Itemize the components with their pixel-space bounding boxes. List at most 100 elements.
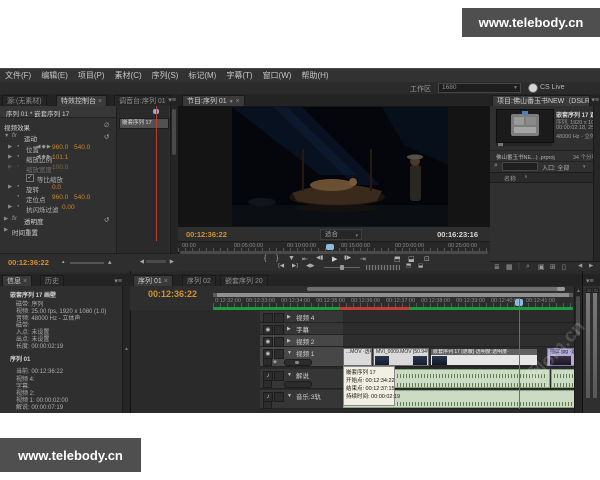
value-field[interactable]: 101.1 [52, 154, 68, 161]
expand-icon[interactable]: ▶ [8, 154, 12, 160]
track-header-video1[interactable]: ◉ ▼ 视频 1 ◆ [260, 347, 343, 367]
clip-nested-seq-17-selected[interactable]: 嵌套序列 17 [遮蔽]·透明度:透明度· [430, 348, 538, 366]
collapse-icon[interactable]: ▶ [4, 227, 8, 233]
zoom-in-icon[interactable]: ▴ [108, 258, 112, 266]
set-display-style[interactable] [263, 380, 272, 388]
ec-vscrollbar[interactable] [170, 106, 178, 253]
stopwatch-icon[interactable]: ◔ [16, 144, 20, 150]
lock-track[interactable] [274, 392, 284, 402]
extract-small-icon[interactable]: ⬓ [418, 263, 423, 269]
stopwatch-icon[interactable]: ◔ [16, 184, 20, 190]
search-input[interactable] [502, 162, 538, 171]
menu-edit[interactable]: 编辑(E) [36, 70, 73, 81]
collapse-icon[interactable]: ▼ [287, 372, 292, 378]
track-lane-titles[interactable] [343, 323, 583, 335]
menu-file[interactable]: 文件(F) [0, 70, 36, 81]
fit-dropdown[interactable]: 适合 ▼ [320, 229, 362, 240]
loop-icon2[interactable]: ▶} [292, 263, 298, 269]
lift-small-icon[interactable]: ⬒ [406, 263, 411, 269]
cs-live-button[interactable]: CS Live [540, 84, 565, 91]
lock-track[interactable] [274, 371, 284, 381]
program-playhead-marker[interactable] [326, 244, 334, 250]
expand-icon[interactable]: ▶ [8, 184, 12, 190]
shuttle-handle[interactable] [340, 265, 344, 270]
project-vscrollbar[interactable] [593, 106, 600, 261]
clip-mvi0009[interactable]: MVI_0009.MOV [50.94%] 不· [373, 348, 429, 366]
next-keyframe-icon[interactable]: ▶ [47, 144, 52, 150]
collapse-icon[interactable]: ▶ [287, 326, 291, 332]
checkbox-checked[interactable]: ✓ [26, 174, 34, 182]
reset-icon[interactable]: ↺ [104, 133, 109, 141]
goto-in-brace-icon[interactable]: { [264, 255, 266, 262]
workspace-dropdown[interactable]: 1680 ▼ [438, 83, 521, 93]
lock-track[interactable] [274, 349, 284, 359]
time-remap-label[interactable]: 时间重置 [12, 227, 38, 237]
scroll-left-icon[interactable]: ◀ [140, 259, 144, 265]
panel-menu-icon[interactable]: ▾≡ [168, 96, 176, 104]
track-lane-video1[interactable]: ...MOV ·透明度▼ MVI_0009.MOV [50.94%] 不· 嵌套… [343, 347, 583, 367]
list-view-icon[interactable]: ≣ [494, 263, 500, 271]
preview-scrubber[interactable] [496, 143, 552, 146]
panel-menu-icon[interactable]: ▾≡ [114, 277, 122, 285]
goto-out-icon[interactable]: ⇥ [360, 255, 366, 263]
scroll-left-icon[interactable]: ◀ [578, 263, 582, 269]
export-frame-icon[interactable]: ⊡ [424, 255, 430, 263]
scrollbar-thumb[interactable] [576, 296, 580, 336]
scroll-up-icon[interactable]: ▲ [124, 346, 129, 352]
ec-clip-chip[interactable]: 嵌套序列 17 [119, 118, 169, 129]
collapse-icon[interactable]: ▶ [287, 338, 291, 344]
close-icon[interactable]: × [98, 98, 102, 105]
program-current-timecode[interactable]: 00:12:36:22 [186, 230, 227, 239]
ec-timecode[interactable]: 00:12:36:22 [8, 258, 49, 267]
track-header-video2[interactable]: ◉ ▶ 视频 2 [260, 335, 343, 347]
column-header[interactable]: 名称 ∧ [490, 172, 600, 183]
track-header-titles[interactable]: ◉ ▶ 字幕 [260, 323, 343, 335]
loop-icon[interactable]: {◀ [278, 263, 284, 269]
motion-effect-label[interactable]: 运动 [24, 133, 37, 143]
collapse-icon[interactable]: ▼ [287, 350, 292, 356]
scroll-right-icon[interactable]: ▶ [170, 259, 174, 265]
scrubber-handle[interactable] [498, 143, 503, 146]
extract-icon[interactable]: ⬓ [408, 255, 415, 263]
opacity-effect-label[interactable]: 透明度 [24, 216, 44, 226]
eye-icon[interactable]: ◉ [263, 337, 273, 347]
play-in-out-icon[interactable]: ◀▶ [306, 263, 314, 269]
track-kf-pill[interactable] [284, 359, 312, 366]
track-header-video4[interactable]: ▶ 视频 4 [260, 311, 343, 323]
ec-hscrollbar[interactable] [146, 260, 166, 263]
value-field[interactable]: 960.0 [52, 194, 68, 201]
trash-icon[interactable]: ▯ [562, 263, 566, 271]
close-icon[interactable]: × [23, 278, 27, 285]
goto-out-brace-icon[interactable]: } [276, 255, 278, 262]
step-forward-icon[interactable]: ▮▶ [344, 255, 351, 261]
set-display-style[interactable] [263, 358, 272, 366]
menu-title[interactable]: 字幕(T) [221, 70, 257, 81]
menu-window[interactable]: 窗口(W) [258, 70, 297, 81]
next-keyframe-icon[interactable]: ▶ [47, 154, 52, 160]
step-back-icon[interactable]: ◀▮ [316, 255, 323, 261]
timeline-vscrollbar[interactable]: ▲ [574, 286, 582, 413]
filter-dropdown[interactable]: 入口: 全部 [542, 163, 569, 172]
value-field[interactable]: 0.00 [62, 204, 75, 211]
find-icon[interactable]: ⌕ [526, 263, 530, 271]
scroll-right-icon[interactable]: ▶ [589, 263, 593, 269]
track-lane-video4[interactable] [343, 311, 583, 323]
lock-track[interactable] [274, 313, 284, 323]
panel-menu-icon[interactable]: ▾≡ [591, 96, 599, 104]
keyframe-icon[interactable]: ◆ [273, 359, 277, 365]
toggle-track-output[interactable] [263, 313, 273, 323]
track-lane-video2[interactable] [343, 335, 583, 347]
lift-icon[interactable]: ⬒ [394, 255, 401, 263]
close-icon[interactable]: × [236, 98, 240, 105]
collapse-icon[interactable]: ▼ [287, 393, 292, 399]
eye-icon[interactable]: ◉ [263, 325, 273, 335]
value-field[interactable]: 960.0 [52, 144, 68, 151]
new-item-icon[interactable]: ⊞ [550, 263, 556, 271]
playhead-line[interactable] [519, 298, 520, 409]
ec-zoom-slider[interactable] [70, 262, 104, 264]
collapse-icon[interactable]: ▼ [4, 133, 9, 139]
close-icon[interactable]: × [164, 278, 168, 285]
chevron-down-icon[interactable]: ▼ [229, 99, 234, 105]
menu-sequence[interactable]: 序列(S) [147, 70, 184, 81]
menu-clip[interactable]: 素材(C) [110, 70, 147, 81]
